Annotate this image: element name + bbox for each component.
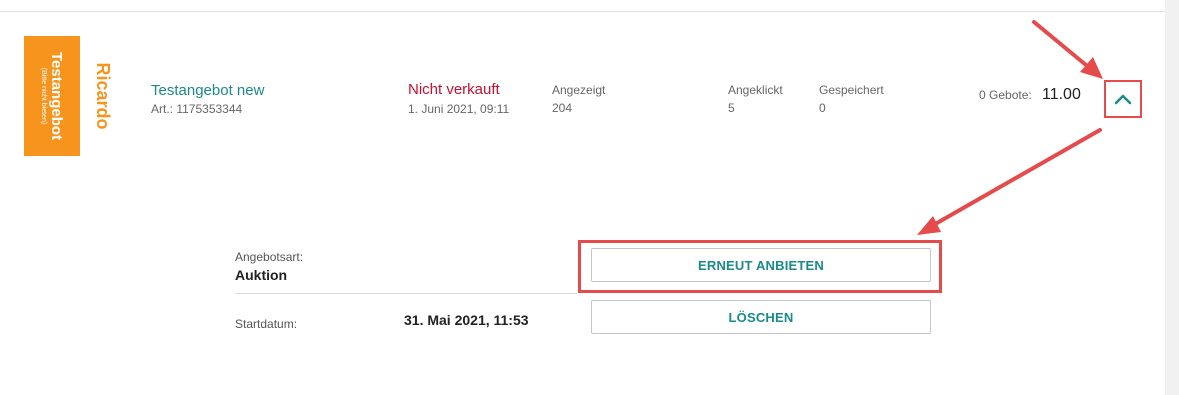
- stat-clicks-label: Angeklickt: [728, 83, 783, 97]
- arrow-to-toggle-icon: [1032, 20, 1103, 79]
- offer-type-label: Angebotsart:: [235, 250, 304, 264]
- scrollbar[interactable]: [1165, 0, 1179, 395]
- delete-button[interactable]: LÖSCHEN: [591, 300, 931, 334]
- start-date-label: Startdatum:: [235, 317, 298, 331]
- status-date: 1. Juni 2021, 09:11: [408, 102, 510, 116]
- bids-count: 0 Gebote:: [979, 88, 1032, 102]
- thumbnail-subtitle: (Bitte nicht bieten): [40, 67, 48, 125]
- stat-clicks-value: 5: [728, 101, 735, 115]
- brand-logo: Ricardo: [88, 56, 118, 136]
- brand-label: Ricardo: [93, 62, 113, 130]
- annotation-highlight-relist: [578, 240, 942, 293]
- start-date-value: 31. Mai 2021, 11:53: [404, 312, 529, 328]
- listing-thumbnail[interactable]: Testangebot (Bitte nicht bieten): [24, 36, 80, 156]
- annotation-arrows: [917, 20, 1103, 235]
- thumbnail-title: Testangebot: [48, 51, 66, 141]
- stat-views-value: 204: [552, 101, 573, 115]
- stat-saved-value: 0: [819, 101, 826, 115]
- status-badge: Nicht verkauft: [408, 81, 500, 98]
- offer-type-value: Auktion: [235, 267, 288, 283]
- annotation-highlight-toggle: [1104, 80, 1142, 118]
- stat-saved-label: Gespeichert: [819, 83, 884, 97]
- article-number: Art.: 1175353344: [151, 102, 243, 116]
- top-divider: [0, 11, 1165, 12]
- stat-views-label: Angezeigt: [552, 83, 606, 97]
- current-price: 11.00: [1042, 86, 1081, 103]
- arrow-to-relist-icon: [917, 128, 1102, 235]
- details-divider: [235, 293, 577, 294]
- listing-title-link[interactable]: Testangebot new: [151, 82, 264, 99]
